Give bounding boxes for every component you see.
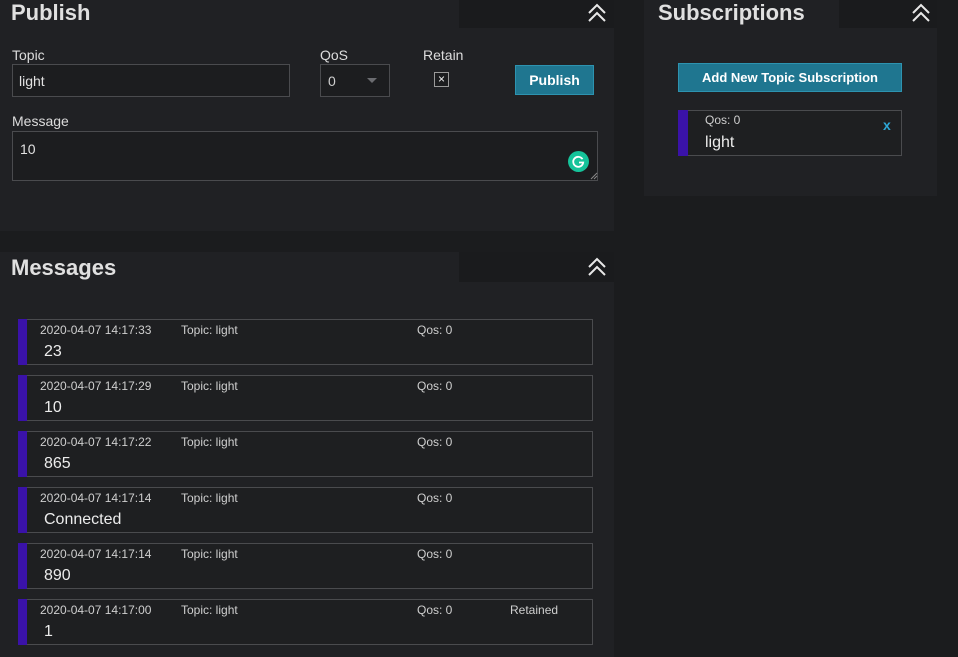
topic-input-value: light <box>19 73 45 89</box>
topic-label: Topic <box>12 47 45 63</box>
message-qos: Qos: 0 <box>417 379 453 393</box>
message-color-bar <box>18 543 27 589</box>
message-textarea-value: 10 <box>20 141 36 157</box>
message-payload: 10 <box>44 399 62 416</box>
message-payload: 1 <box>44 623 53 640</box>
collapse-publish-icon[interactable] <box>586 2 608 24</box>
message-item[interactable]: 2020-04-07 14:17:14 Topic: light Qos: 0 … <box>18 487 593 533</box>
message-topic: Topic: light <box>181 323 238 337</box>
message-item[interactable]: 2020-04-07 14:17:22 Topic: light Qos: 0 … <box>18 431 593 477</box>
message-qos: Qos: 0 <box>417 547 453 561</box>
subscription-item[interactable]: Qos: 0 light x <box>678 110 902 156</box>
message-color-bar <box>18 431 27 477</box>
message-item[interactable]: 2020-04-07 14:17:29 Topic: light Qos: 0 … <box>18 375 593 421</box>
publish-button[interactable]: Publish <box>515 65 594 95</box>
message-label: Message <box>12 113 69 129</box>
caret-down-icon <box>367 78 377 83</box>
message-payload: Connected <box>44 511 122 528</box>
qos-select[interactable]: 0 <box>320 64 390 97</box>
qos-select-value: 0 <box>328 73 336 89</box>
message-timestamp: 2020-04-07 14:17:22 <box>40 435 152 449</box>
message-qos: Qos: 0 <box>417 491 453 505</box>
subscription-color-bar <box>678 110 688 156</box>
message-payload: 890 <box>44 567 71 584</box>
message-payload: 865 <box>44 455 71 472</box>
retain-checkbox[interactable]: × <box>434 72 449 87</box>
qos-label: QoS <box>320 47 349 63</box>
add-subscription-button[interactable]: Add New Topic Subscription <box>678 63 902 92</box>
message-timestamp: 2020-04-07 14:17:14 <box>40 547 152 561</box>
subscriptions-title: Subscriptions <box>658 0 805 25</box>
message-color-bar <box>18 375 27 421</box>
publish-title: Publish <box>11 0 91 25</box>
message-item[interactable]: 2020-04-07 14:17:14 Topic: light Qos: 0 … <box>18 543 593 589</box>
collapse-messages-icon[interactable] <box>586 256 608 278</box>
message-topic: Topic: light <box>181 379 238 393</box>
message-color-bar <box>18 599 27 645</box>
message-timestamp: 2020-04-07 14:17:29 <box>40 379 152 393</box>
grammarly-icon[interactable] <box>568 151 589 172</box>
message-item[interactable]: 2020-04-07 14:17:33 Topic: light Qos: 0 … <box>18 319 593 365</box>
retain-check-mark: × <box>437 72 445 86</box>
messages-title: Messages <box>11 255 117 280</box>
retain-label: Retain <box>423 47 464 63</box>
subscriptions-panel: Subscriptions Add New Topic Subscription… <box>644 0 937 196</box>
subscription-qos: Qos: 0 <box>705 113 741 127</box>
message-topic: Topic: light <box>181 603 238 617</box>
message-qos: Qos: 0 <box>417 603 453 617</box>
message-timestamp: 2020-04-07 14:17:00 <box>40 603 152 617</box>
message-qos: Qos: 0 <box>417 323 453 337</box>
message-topic: Topic: light <box>181 547 238 561</box>
message-timestamp: 2020-04-07 14:17:33 <box>40 323 152 337</box>
publish-panel: Publish Topic light QoS 0 Retain × Publi… <box>0 0 614 231</box>
message-textarea[interactable]: 10 <box>12 131 598 181</box>
message-item[interactable]: 2020-04-07 14:17:00 Topic: light Qos: 0 … <box>18 599 593 645</box>
message-timestamp: 2020-04-07 14:17:14 <box>40 491 152 505</box>
message-payload: 23 <box>44 343 62 360</box>
subscription-topic: light <box>705 134 735 151</box>
message-topic: Topic: light <box>181 435 238 449</box>
collapse-subscriptions-icon[interactable] <box>910 2 932 24</box>
message-topic: Topic: light <box>181 491 238 505</box>
message-color-bar <box>18 487 27 533</box>
message-color-bar <box>18 319 27 365</box>
topic-input[interactable]: light <box>12 64 290 97</box>
unsubscribe-button[interactable]: x <box>883 117 891 133</box>
messages-panel: Messages 2020-04-07 14:17:33 Topic: ligh… <box>0 252 614 657</box>
message-qos: Qos: 0 <box>417 435 453 449</box>
resize-handle-icon[interactable] <box>590 172 598 180</box>
message-retained: Retained <box>510 603 559 617</box>
